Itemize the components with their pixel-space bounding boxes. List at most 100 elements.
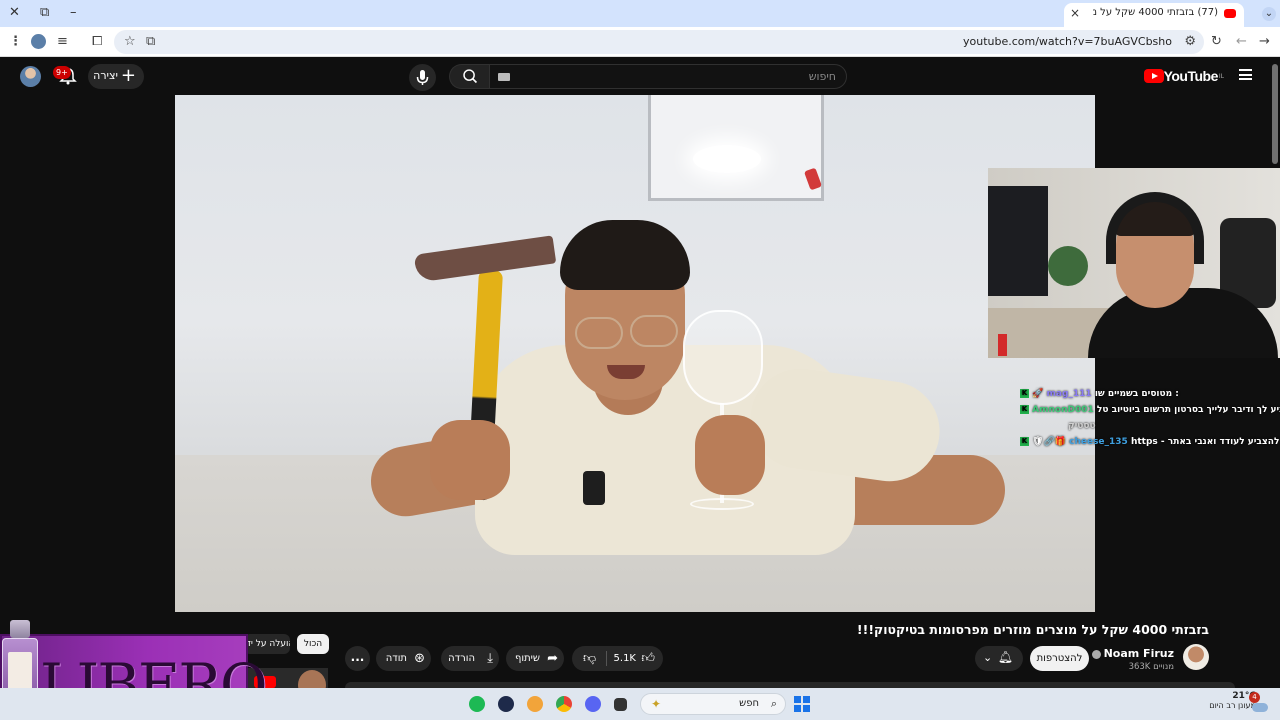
windows-start-icon[interactable]	[794, 696, 810, 712]
chat-emotes: 🛡🔗🎁	[1032, 437, 1066, 447]
reload-icon[interactable]: ↻	[1211, 34, 1222, 50]
like-count[interactable]: 5.1K	[614, 646, 636, 671]
thanks-icon: ⊛	[414, 651, 425, 666]
chat-text: טסטיק	[1068, 421, 1096, 431]
extensions-icon[interactable]: ⧠	[92, 34, 102, 50]
like-divider	[606, 651, 607, 666]
video-frame-wine-glass-base	[690, 498, 754, 510]
stream-webcam-overlay	[988, 168, 1280, 358]
chat-username: AmnonD001	[1032, 405, 1094, 415]
thanks-label: תודה	[385, 653, 407, 664]
weather-badge: 4	[1249, 692, 1260, 703]
chevron-down-icon: ⌄	[983, 651, 993, 664]
create-button[interactable]: יצירה +	[88, 64, 144, 89]
spotify-icon[interactable]	[469, 696, 485, 712]
thanks-button[interactable]: ⊛ תודה	[376, 646, 431, 671]
profile-avatar-icon[interactable]	[31, 34, 46, 49]
download-icon: ⤓	[487, 651, 493, 666]
chat-username: mag_111	[1046, 389, 1092, 399]
back-icon[interactable]: →	[1259, 34, 1270, 50]
page-scrollbar[interactable]	[1272, 64, 1278, 164]
bookmark-star-icon[interactable]: ☆	[124, 34, 136, 50]
webcam-frame-plant	[1048, 246, 1088, 286]
microphone-icon	[416, 70, 429, 85]
kick-badge-icon: K	[1020, 389, 1029, 398]
youtube-region-code: IL	[1218, 72, 1224, 80]
search-icon: ⌕	[770, 697, 777, 710]
install-app-icon[interactable]: ⧉	[146, 34, 155, 50]
share-label: שיתוף	[514, 653, 540, 664]
like-button[interactable]: 👍︎	[641, 646, 655, 671]
chat-text: https - בשביל להצביע לעודד ואנבי באתר :	[1130, 437, 1280, 447]
chat-text: מטוסים בשמיים שו :	[1094, 389, 1179, 399]
address-bar[interactable]: ☆ ⧉ youtube.com/watch?v=7buAGVCbsho ⚙	[114, 30, 1204, 54]
weather-desc: מעונן רב היום	[1209, 701, 1256, 710]
chat-message: K 🚀 mag_111 מטוסים בשמיים שו :	[1020, 386, 1280, 402]
video-title: בזבזתי 4000 שקל על מוצרים מוזרים מפרסומו…	[856, 622, 1209, 637]
app-orange-icon[interactable]	[527, 696, 543, 712]
channel-name[interactable]: Noam Firuz	[1091, 647, 1174, 660]
webcam-frame-can	[998, 334, 1007, 356]
windows-taskbar: ✦ חפש ⌕ 21°C מעונן רב היום	[0, 688, 1280, 720]
webcam-frame-monitor	[988, 186, 1048, 296]
video-frame-hand	[695, 415, 765, 495]
youtube-favicon-icon	[1224, 9, 1236, 18]
tab-close-icon[interactable]: ×	[1070, 6, 1080, 20]
thumbnail-face	[298, 670, 326, 688]
notifications-badge: 9+	[53, 66, 71, 79]
keyboard-icon[interactable]	[498, 73, 510, 81]
browser-tab-bar: ✕ ⧉ – + (77) בזבזתי 4000 שקל על מוצר × ⌄	[0, 0, 1280, 27]
browser-tab[interactable]: (77) בזבזתי 4000 שקל על מוצר ×	[1064, 3, 1244, 27]
search-button[interactable]	[449, 64, 489, 89]
more-actions-button[interactable]: ...	[345, 646, 370, 671]
chat-message-continuation: טסטיק	[1020, 418, 1280, 434]
guide-menu-icon[interactable]	[1239, 69, 1252, 80]
perfume-bottle-cap	[10, 620, 30, 638]
app-circle-icon[interactable]	[498, 696, 514, 712]
app-dark-icon[interactable]	[614, 698, 627, 711]
tab-search-chevron-icon[interactable]: ⌄	[1262, 7, 1276, 21]
account-avatar[interactable]	[20, 66, 41, 87]
video-frame-eyeglasses	[575, 317, 623, 349]
video-player[interactable]	[175, 95, 1095, 612]
channel-avatar[interactable]	[1183, 644, 1209, 670]
reading-list-icon[interactable]: ≡	[57, 34, 68, 50]
forward-icon[interactable]: ←	[1236, 34, 1247, 50]
kick-badge-icon: K	[1020, 405, 1029, 414]
perfume-bottle-label	[8, 652, 32, 690]
window-restore-icon[interactable]: ⧉	[40, 5, 49, 21]
download-button[interactable]: ⤓ הורדה	[441, 646, 499, 671]
video-frame-camera	[583, 471, 605, 505]
subscription-bell-button[interactable]: 🔔︎ ⌄	[975, 646, 1023, 671]
window-close-icon[interactable]: ✕	[9, 5, 20, 21]
site-settings-icon[interactable]: ⚙	[1184, 34, 1196, 50]
tab-title: (77) בזבזתי 4000 שקל על מוצר	[1093, 7, 1218, 18]
join-button[interactable]: להצטרפות	[1030, 646, 1089, 671]
share-button[interactable]: ➦ שיתוף	[506, 646, 564, 671]
taskbar-search[interactable]: ✦ חפש ⌕	[640, 693, 786, 715]
youtube-header: יצירה + חיפוש YouTube IL	[0, 57, 1280, 95]
search-input[interactable]: חיפוש	[489, 64, 847, 89]
browser-menu-icon[interactable]: ⋮	[9, 34, 22, 50]
video-frame-eyeglasses	[630, 315, 678, 347]
youtube-play-icon	[1143, 69, 1164, 83]
chat-text: יהצביע לך ודיבר עלייך בסרטון תרשום ביוטי…	[1096, 405, 1280, 415]
discord-icon[interactable]	[585, 696, 601, 712]
chrome-icon[interactable]	[556, 696, 572, 712]
video-frame-hand	[430, 420, 510, 500]
video-frame-light	[693, 145, 761, 173]
youtube-logo-text: YouTube	[1163, 68, 1219, 84]
share-icon: ➦	[547, 651, 558, 666]
taskbar-search-label: חפש	[739, 698, 759, 709]
youtube-logo[interactable]: YouTube IL	[1141, 68, 1224, 84]
chip-all[interactable]: הכול	[297, 634, 329, 654]
window-minimize-icon[interactable]: –	[70, 5, 77, 21]
like-dislike-group: 👍︎ 5.1K 👎︎	[572, 646, 663, 671]
verified-check-icon	[1091, 649, 1101, 659]
search-icon	[463, 69, 478, 84]
bell-icon: 🔔︎	[997, 650, 1013, 664]
dislike-button[interactable]: 👎︎	[583, 646, 596, 671]
kick-badge-icon: K	[1020, 437, 1029, 446]
voice-search-button[interactable]	[409, 64, 436, 91]
browser-toolbar: ⋮ ≡ ⧠ ☆ ⧉ youtube.com/watch?v=7buAGVCbsh…	[0, 27, 1280, 57]
